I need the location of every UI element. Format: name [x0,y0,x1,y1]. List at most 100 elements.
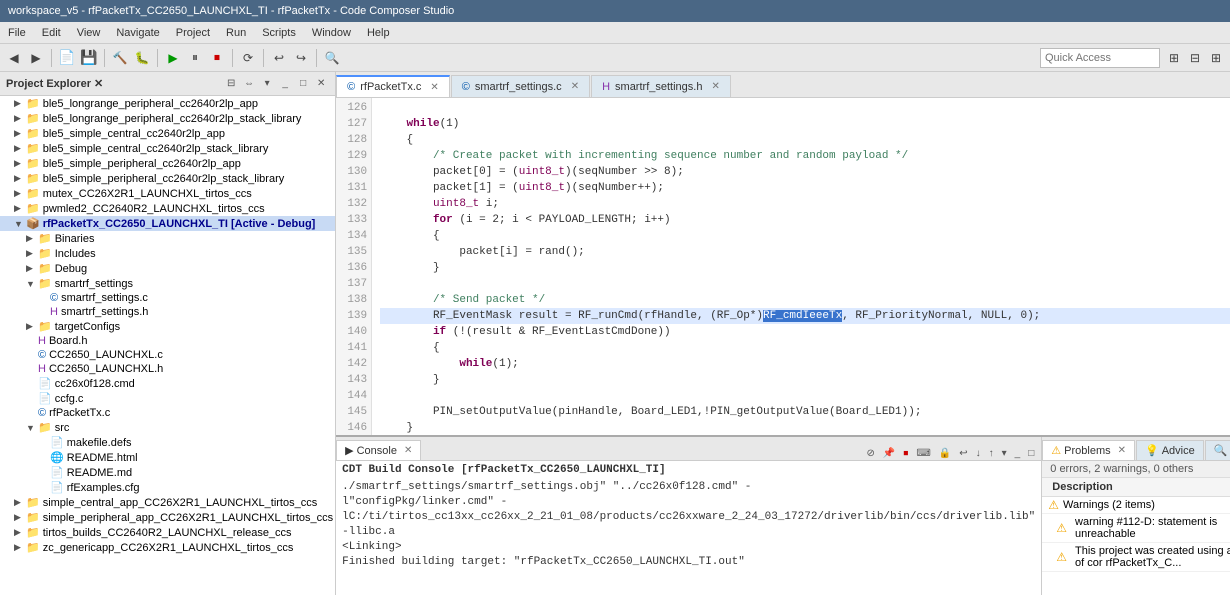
prob-row-1[interactable]: ⚠ warning #112-D: statement is unreachab… [1042,514,1230,543]
advice-tab[interactable]: 💡 Advice [1136,440,1204,460]
tree-item-rfpackettx-project[interactable]: ▼📦rfPacketTx_CC2650_LAUNCHXL_TI [Active … [0,216,335,231]
tree-item-debug[interactable]: ▶📁Debug [0,261,335,276]
editor-tab-bar: © rfPacketTx.c ✕ © smartrf_settings.c ✕ … [336,72,1230,98]
tree-item-ble5-sp-app[interactable]: ▶📁ble5_simple_peripheral_cc2640r2lp_app [0,156,335,171]
collapse-all-btn[interactable]: ⊟ [223,76,239,92]
menu-file[interactable]: File [0,25,34,41]
console-min-btn[interactable]: _ [1012,447,1024,460]
tree-item-readme-html[interactable]: 🌐README.html [0,450,335,465]
titlebar: workspace_v5 - rfPacketTx_CC2650_LAUNCHX… [0,0,1230,22]
close-panel-btn[interactable]: ✕ [313,76,329,92]
tree-item-makefile[interactable]: 📄makefile.defs [0,435,335,450]
toolbar-save-btn[interactable]: 💾 [79,48,99,68]
toolbar-refresh-btn[interactable]: ⟳ [238,48,258,68]
tab-smartrf-c[interactable]: © smartrf_settings.c ✕ [451,75,590,97]
tree-item-readme-md[interactable]: 📄README.md [0,465,335,480]
tree-item-zc-generic[interactable]: ▶📁zc_genericapp_CC26X2R1_LAUNCHXL_tirtos… [0,540,335,555]
toolbar-back-btn[interactable]: ◀ [4,48,24,68]
prob-2-icon: ⚠ [1056,550,1067,564]
console-scroll-lock-btn[interactable]: 🔒 [936,447,954,460]
prob-warnings-group[interactable]: ⚠ Warnings (2 items) [1042,497,1230,514]
tree-item-rfexamples[interactable]: 📄rfExamples.cfg [0,480,335,495]
tab-smartrf-h-close[interactable]: ✕ [711,81,719,92]
menu-project[interactable]: Project [168,25,218,41]
tree-item-simple-periph[interactable]: ▶📁simple_peripheral_app_CC26X2R1_LAUNCHX… [0,510,335,525]
tree-item-targetconfigs[interactable]: ▶📁targetConfigs [0,319,335,334]
tab-smartrf-h[interactable]: H smartrf_settings.h ✕ [591,75,731,97]
tree-item-cc2650-h[interactable]: HCC2650_LAUNCHXL.h [0,362,335,376]
tree-item-ble5-lp-app[interactable]: ▶📁ble5_longrange_peripheral_cc2640r2lp_a… [0,96,335,111]
toolbar-build-btn[interactable]: 🔨 [110,48,130,68]
toolbar-pause-btn[interactable]: ⏸ [185,48,205,68]
toolbar-layout-btn[interactable]: ⊟ [1185,48,1205,68]
tree-item-smartrf-h[interactable]: Hsmartrf_settings.h [0,305,335,319]
tree-item-ble5-sp-stack[interactable]: ▶📁ble5_simple_peripheral_cc2640r2lp_stac… [0,171,335,186]
tree-item-cc26x0-cmd[interactable]: 📄cc26x0f128.cmd [0,376,335,391]
tree-item-ble5-sc-stack[interactable]: ▶📁ble5_simple_central_cc2640r2lp_stack_l… [0,141,335,156]
toolbar-run-btn[interactable]: ▶ [163,48,183,68]
toolbar-stop-btn[interactable]: ⏹ [207,48,227,68]
code-line-129: /* Create packet with incrementing seque… [380,148,1230,164]
tree-item-ble5-lp-stack[interactable]: ▶📁ble5_longrange_peripheral_cc2640r2lp_s… [0,111,335,126]
tab-smartrf-c-close[interactable]: ✕ [571,81,579,92]
menu-navigate[interactable]: Navigate [108,25,167,41]
toolbar-search-btn[interactable]: 🔍 [322,48,342,68]
console-input-btn[interactable]: ⌨ [913,447,933,460]
toolbar-debug-btn[interactable]: 🐛 [132,48,152,68]
prob-row-2[interactable]: ⚠ This project was created using a versi… [1042,543,1230,572]
tree-item-ccfg[interactable]: 📄ccfg.c [0,391,335,406]
console-pin-btn[interactable]: 📌 [880,447,898,460]
problems-tab[interactable]: ⚠ Problems ✕ [1042,440,1135,460]
toolbar-undo-btn[interactable]: ↩ [269,48,289,68]
tree-item-tirtos[interactable]: ▶📁tirtos_builds_CC2640R2_LAUNCHXL_releas… [0,525,335,540]
tree-item-pwmled[interactable]: ▶📁pwmled2_CC2640R2_LAUNCHXL_tirtos_ccs [0,201,335,216]
toolbar-persp-btn[interactable]: ⊞ [1164,48,1184,68]
toolbar-redo-btn[interactable]: ↪ [291,48,311,68]
main-layout: Project Explorer ✕ ⊟ ⇔ ▾ _ □ ✕ ▶📁ble5_lo… [0,72,1230,595]
tab-rfpackettx[interactable]: © rfPacketTx.c ✕ [336,75,450,97]
console-tab[interactable]: ▶ Console ✕ [336,440,421,460]
minimize-panel-btn[interactable]: _ [277,76,293,92]
menu-window[interactable]: Window [304,25,359,41]
console-next-btn[interactable]: ↓ [973,447,984,460]
console-clear-btn[interactable]: ⊘ [864,447,878,460]
console-tab-x[interactable]: ✕ [404,445,412,456]
toolbar-new-btn[interactable]: 📄 [57,48,77,68]
advice-tab-label: Advice [1162,445,1195,457]
code-text[interactable]: while(1) { /* Create packet with increme… [372,98,1230,435]
console-word-wrap-btn[interactable]: ↩ [956,447,970,460]
link-editor-btn[interactable]: ⇔ [241,76,257,92]
tree-item-mutex[interactable]: ▶📁mutex_CC26X2R1_LAUNCHXL_tirtos_ccs [0,186,335,201]
menu-view[interactable]: View [69,25,109,41]
code-line-140: if (!(result & RF_EventLastCmdDone)) [380,324,1230,340]
tree-item-simple-central[interactable]: ▶📁simple_central_app_CC26X2R1_LAUNCHXL_t… [0,495,335,510]
view-menu-btn[interactable]: ▾ [259,76,275,92]
code-line-134: { [380,228,1230,244]
menu-help[interactable]: Help [359,25,398,41]
tree-item-smartrf[interactable]: ▼📁smartrf_settings [0,276,335,291]
console-output: CDT Build Console [rfPacketTx_CC2650_LAU… [336,461,1041,595]
menu-scripts[interactable]: Scripts [254,25,304,41]
tree-item-smartrf-c[interactable]: ©smartrf_settings.c [0,291,335,305]
tab-rfpackettx-close[interactable]: ✕ [430,82,438,93]
quick-access-input[interactable] [1040,48,1160,68]
tree-item-binaries[interactable]: ▶📁Binaries [0,231,335,246]
console-prev-btn[interactable]: ↑ [986,447,997,460]
tree-item-board-h[interactable]: HBoard.h [0,334,335,348]
toolbar-fwd-btn[interactable]: ▶ [26,48,46,68]
console-dropdown-btn[interactable]: ▾ [999,447,1010,460]
menu-edit[interactable]: Edit [34,25,69,41]
tree-item-includes[interactable]: ▶📁Includes [0,246,335,261]
tree-item-rfpackettx-c[interactable]: ©rfPacketTx.c [0,406,335,420]
console-max-btn[interactable]: □ [1025,447,1037,460]
tree-item-ble5-sc-app[interactable]: ▶📁ble5_simple_central_cc2640r2lp_app [0,126,335,141]
menu-run[interactable]: Run [218,25,254,41]
problems-tab-x[interactable]: ✕ [1118,445,1126,456]
maximize-panel-btn[interactable]: □ [295,76,311,92]
search-tab[interactable]: 🔍 Search [1205,440,1230,460]
console-line-3: lC:/ti/tirtos_cc13xx_cc26xx_2_21_01_08/p… [342,510,1035,540]
console-stop-btn[interactable]: ⏹ [900,447,911,460]
toolbar-menu-btn[interactable]: ⊞ [1206,48,1226,68]
tree-item-cc2650-c[interactable]: ©CC2650_LAUNCHXL.c [0,348,335,362]
tree-item-src[interactable]: ▼📁src [0,420,335,435]
